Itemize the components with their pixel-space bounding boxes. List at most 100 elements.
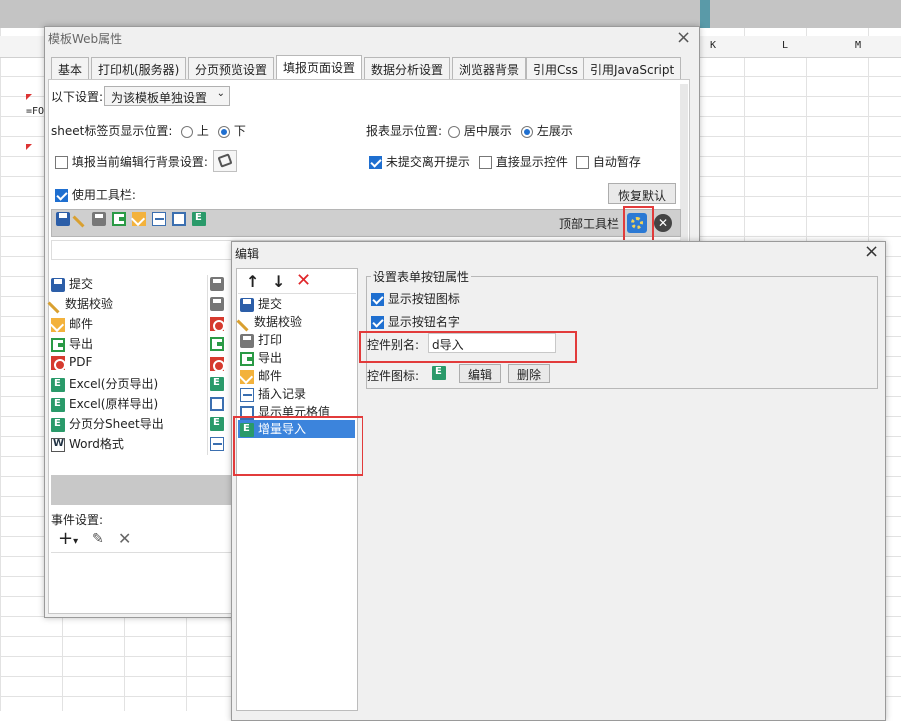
list-item-validate[interactable]: 数据校验 [47, 295, 113, 315]
close-icon[interactable]: × [864, 241, 879, 262]
edit-item-export[interactable]: 导出 [240, 349, 282, 369]
pdf-icon[interactable] [210, 357, 225, 372]
print-icon[interactable] [210, 277, 224, 291]
delete-event-icon[interactable]: ✕ [118, 529, 131, 548]
list-item-label: Excel(分页导出) [69, 377, 159, 391]
show-name-checkbox[interactable]: 显示按钮名字 [371, 313, 460, 330]
column-header-l[interactable]: L [755, 40, 815, 57]
excel-icon [51, 417, 65, 432]
cell-value-icon[interactable] [172, 212, 186, 226]
list-item-excel-paged[interactable]: Excel(分页导出) [51, 375, 158, 395]
excel-icon [51, 397, 65, 412]
excel-icon [51, 377, 65, 392]
paint-bucket-button[interactable] [213, 150, 237, 172]
remove-toolbar-icon[interactable]: ✕ [654, 214, 672, 232]
chevron-down-icon: ⌄ [216, 88, 225, 99]
delete-icon[interactable]: ✕ [296, 270, 311, 291]
tab-ref-javascript[interactable]: 引用JavaScript [583, 57, 682, 79]
edit-item-mail[interactable]: 邮件 [240, 367, 282, 387]
edit-item-submit[interactable]: 提交 [240, 295, 282, 315]
radio-icon [218, 125, 230, 138]
list-item-excel-sheet[interactable]: 分页分Sheet导出 [51, 415, 164, 435]
cell-formula-text[interactable]: =FO [26, 106, 44, 117]
sheet-tab-top-radio[interactable]: 上 [181, 122, 209, 139]
tab-basic[interactable]: 基本 [51, 57, 90, 79]
cell-marker-icon [26, 144, 32, 150]
unsubmitted-checkbox[interactable]: 未提交离开提示 [369, 153, 470, 170]
checkbox-icon [371, 316, 384, 329]
tab-page-preview[interactable]: 分页预览设置 [188, 57, 275, 79]
export-icon[interactable] [112, 212, 126, 226]
excel-icon[interactable] [210, 417, 224, 431]
insert-row-icon[interactable] [152, 212, 166, 226]
list-item-mail[interactable]: 邮件 [51, 315, 93, 335]
tab-browser-bg[interactable]: 浏览器背景 [452, 57, 527, 79]
cell-value-icon[interactable] [210, 397, 224, 411]
edit-item-label: 数据校验 [254, 315, 303, 329]
delete-icon-button[interactable]: 删除 [508, 364, 550, 383]
print-icon[interactable] [92, 212, 106, 226]
insert-row-icon[interactable] [210, 437, 224, 451]
excel-import-icon[interactable] [192, 212, 206, 226]
autosave-checkbox[interactable]: 自动暂存 [576, 153, 641, 170]
list-item-pdf[interactable]: PDF [51, 355, 92, 375]
list-item-label: 邮件 [69, 317, 94, 331]
export-icon[interactable] [210, 337, 224, 351]
checkbox-label: 填报当前编辑行背景设置: [71, 155, 208, 169]
arrow-up-icon[interactable]: ↑ [246, 272, 259, 291]
edit-item-label: 插入记录 [258, 387, 307, 401]
edit-icon-button[interactable]: 编辑 [459, 364, 501, 383]
settings-select[interactable]: 为该模板单独设置 ⌄ [104, 86, 230, 106]
mail-icon [240, 369, 254, 384]
mail-icon[interactable] [132, 212, 146, 226]
show-control-checkbox[interactable]: 直接显示控件 [479, 153, 568, 170]
sheet-tab-position-label: sheet标签页显示位置: [51, 124, 173, 138]
report-left-radio[interactable]: 左展示 [521, 122, 573, 139]
edit-item-label: 邮件 [258, 369, 283, 383]
show-icon-checkbox[interactable]: 显示按钮图标 [371, 290, 460, 307]
tab-ref-css[interactable]: 引用Css [526, 57, 585, 79]
report-center-radio[interactable]: 居中展示 [448, 122, 512, 139]
restore-default-button[interactable]: 恢复默认 [608, 183, 676, 204]
use-toolbar-checkbox[interactable]: 使用工具栏: [55, 186, 136, 203]
checkbox-icon [55, 189, 68, 202]
sheet-tab-bottom-radio[interactable]: 下 [218, 122, 246, 139]
close-icon[interactable]: × [676, 27, 691, 48]
tab-data-analysis[interactable]: 数据分析设置 [364, 57, 451, 79]
event-settings-label: 事件设置: [51, 513, 104, 527]
checkbox-label: 直接显示控件 [495, 155, 568, 169]
save-icon [240, 297, 254, 312]
scroll-marker [700, 0, 710, 28]
save-icon[interactable] [56, 212, 70, 226]
validate-icon[interactable] [72, 210, 90, 228]
bottom-toolbar-preview [51, 475, 233, 505]
list-item-submit[interactable]: 提交 [51, 275, 93, 295]
validate-icon [236, 314, 254, 331]
edit-item-label: 提交 [258, 297, 283, 311]
radio-label: 左展示 [536, 124, 573, 138]
column-header-m[interactable]: M [828, 40, 888, 57]
radio-label: 上 [196, 124, 209, 138]
top-toolbar-label: 顶部工具栏 [559, 217, 620, 231]
arrow-down-icon[interactable]: ↓ [272, 272, 285, 291]
cell-marker-icon [26, 94, 32, 100]
list-item-export[interactable]: 导出 [51, 335, 93, 355]
report-position-label: 报表显示位置: [366, 124, 443, 138]
list-item-word[interactable]: Word格式 [51, 435, 124, 455]
edit-item-print[interactable]: 打印 [240, 331, 282, 351]
flash-print-icon[interactable] [210, 317, 225, 332]
list-item-excel-original[interactable]: Excel(原样导出) [51, 395, 158, 415]
fill-bg-checkbox[interactable]: 填报当前编辑行背景设置: [55, 153, 208, 170]
add-event-icon[interactable]: +▾ [58, 528, 78, 549]
print-icon [240, 333, 254, 348]
checkbox-label: 使用工具栏: [71, 188, 136, 202]
edit-item-validate[interactable]: 数据校验 [236, 313, 303, 333]
list-item-label: Excel(原样导出) [69, 397, 159, 411]
tab-fill-page[interactable]: 填报页面设置 [276, 55, 363, 80]
checkbox-label: 未提交离开提示 [385, 155, 470, 169]
tab-printer[interactable]: 打印机(服务器) [91, 57, 187, 79]
edit-item-insert[interactable]: 插入记录 [240, 385, 306, 405]
print-icon[interactable] [210, 297, 224, 311]
edit-event-icon[interactable]: ✎ [92, 531, 104, 547]
excel-icon[interactable] [210, 377, 224, 391]
